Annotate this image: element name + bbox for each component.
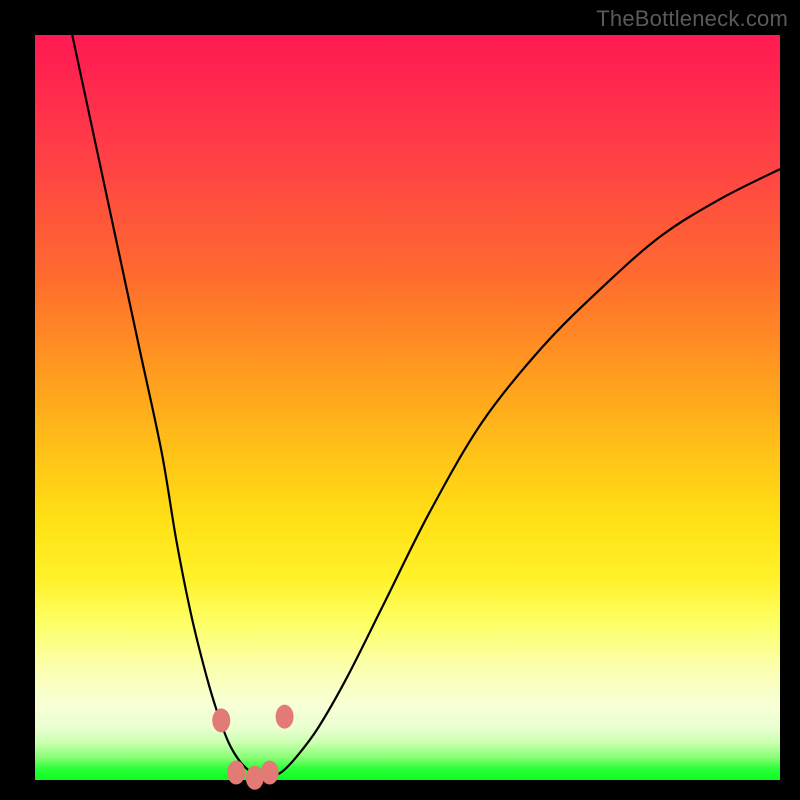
attribution-text: TheBottleneck.com	[596, 6, 788, 32]
plot-area	[35, 35, 780, 780]
chart-frame: TheBottleneck.com	[0, 0, 800, 800]
data-marker	[276, 705, 294, 729]
data-marker	[261, 761, 279, 785]
marker-group	[212, 705, 293, 790]
curve-svg	[35, 35, 780, 780]
data-marker	[227, 761, 245, 785]
bottleneck-curve	[72, 35, 780, 778]
data-marker	[212, 708, 230, 732]
